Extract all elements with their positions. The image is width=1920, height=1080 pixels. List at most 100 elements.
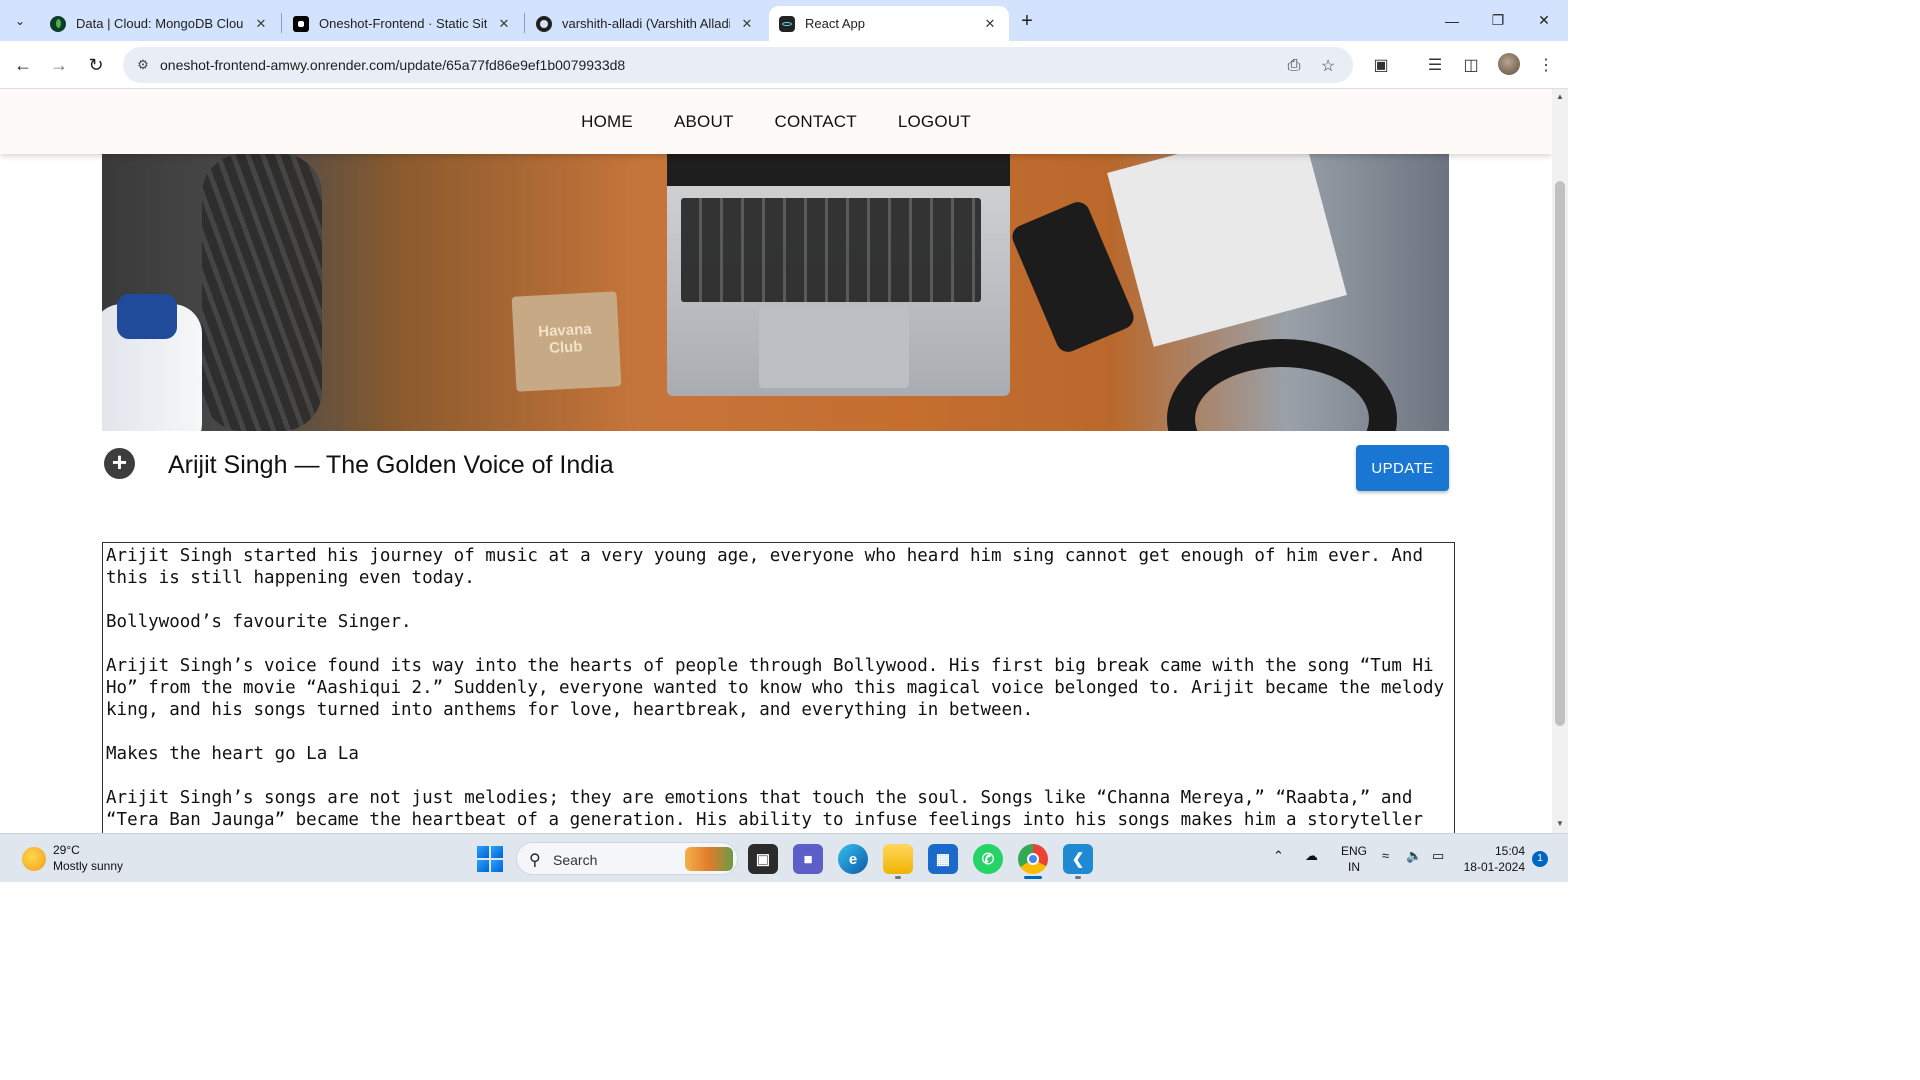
weather-desc: Mostly sunny	[53, 859, 124, 873]
tab-render[interactable]: Oneshot-Frontend · Static Site ✕	[283, 6, 523, 41]
tab-strip: ⌄ Data | Cloud: MongoDB Cloud ✕ Oneshot-…	[0, 0, 1568, 41]
nav-home[interactable]: HOME	[581, 112, 633, 132]
site-info-icon[interactable]: ⚙	[133, 55, 153, 75]
taskbar-search[interactable]: ⚲ Search	[516, 842, 738, 875]
tripod-shape	[202, 154, 322, 431]
github-icon	[536, 15, 552, 32]
site-navbar: HOME ABOUT CONTACT LOGOUT	[0, 89, 1552, 154]
tab-title: Oneshot-Frontend · Static Site	[319, 16, 487, 31]
content-paragraph: Arijit Singh’s songs are not just melodi…	[106, 788, 1423, 833]
bookmark-star-icon[interactable]: ☆	[1317, 55, 1339, 77]
content-paragraph: Makes the heart go La La	[106, 744, 359, 764]
tab-title: Data | Cloud: MongoDB Cloud	[76, 16, 244, 31]
tab-separator	[524, 13, 525, 33]
notebook-shape	[1107, 154, 1347, 347]
weather-sun-icon[interactable]	[22, 847, 46, 871]
wifi-icon[interactable]: ≈	[1382, 848, 1389, 863]
active-app-indicator	[1024, 876, 1042, 879]
post-content-textarea[interactable]: Arijit Singh started his journey of musi…	[102, 542, 1455, 833]
edge-icon[interactable]: e	[838, 844, 868, 874]
media-controls-icon[interactable]: ☰	[1423, 53, 1447, 77]
onedrive-cloud-icon[interactable]: ☁	[1305, 848, 1318, 864]
content-paragraph: Bollywood’s favourite Singer.	[106, 612, 412, 632]
coaster-shape: Havana Club	[511, 291, 622, 392]
address-bar[interactable]: ⚙ oneshot-frontend-amwy.onrender.com/upd…	[123, 47, 1353, 83]
tab-separator	[281, 13, 282, 33]
file-explorer-icon[interactable]	[883, 844, 913, 874]
install-app-icon[interactable]: ⎙	[1283, 55, 1305, 77]
tab-search-chevron-icon[interactable]: ⌄	[6, 7, 34, 35]
teams-chat-icon[interactable]: ■	[793, 844, 823, 874]
language-indicator[interactable]: ENG IN	[1341, 843, 1367, 875]
browser-toolbar: ← → ↻ ⚙ oneshot-frontend-amwy.onrender.c…	[0, 41, 1568, 89]
tab-mongodb[interactable]: Data | Cloud: MongoDB Cloud ✕	[40, 6, 280, 41]
bottle-cap-shape	[117, 294, 177, 339]
close-icon[interactable]: ✕	[252, 15, 270, 33]
add-image-plus-icon[interactable]: +	[104, 448, 135, 479]
close-icon[interactable]: ✕	[495, 15, 513, 33]
running-indicator	[895, 876, 901, 879]
post-title[interactable]: Arijit Singh — The Golden Voice of India	[168, 451, 614, 480]
clock-time: 15:04	[1494, 844, 1525, 858]
tab-title: varshith-alladi (Varshith Alladi)	[562, 16, 730, 31]
react-icon	[779, 15, 795, 32]
running-indicator	[1075, 876, 1081, 879]
laptop-screen-shape	[667, 154, 1010, 186]
windows-taskbar: 29°C Mostly sunny ⚲ Search ▣ ■ e ▦ ✆ ❮ ⌃…	[0, 833, 1568, 882]
volume-icon[interactable]: 🔈	[1406, 848, 1422, 864]
weather-temp: 29°C	[53, 843, 80, 857]
page-viewport: HOME ABOUT CONTACT LOGOUT Havana Club + …	[0, 89, 1552, 833]
tab-github[interactable]: varshith-alladi (Varshith Alladi) ✕	[526, 6, 766, 41]
chrome-icon[interactable]	[1018, 844, 1048, 874]
menu-kebab-icon[interactable]: ⋮	[1534, 53, 1558, 77]
nav-contact[interactable]: CONTACT	[775, 112, 857, 132]
coaster-text: Havana Club	[537, 320, 593, 357]
mongodb-leaf-icon	[50, 15, 66, 32]
forward-arrow-icon[interactable]: →	[44, 50, 74, 80]
post-cover-image: Havana Club	[102, 154, 1449, 431]
side-panel-icon[interactable]: ◫	[1459, 53, 1483, 77]
reload-icon[interactable]: ↻	[81, 50, 111, 80]
search-icon: ⚲	[529, 852, 541, 869]
vscode-icon[interactable]: ❮	[1063, 844, 1093, 874]
profile-avatar[interactable]	[1498, 53, 1520, 75]
search-label: Search	[553, 852, 598, 868]
scroll-thumb[interactable]	[1555, 181, 1565, 726]
update-button[interactable]: UPDATE	[1356, 445, 1449, 491]
scroll-up-icon[interactable]: ▲	[1556, 92, 1564, 101]
tab-title: React App	[805, 16, 865, 31]
language-region: IN	[1348, 860, 1360, 874]
headphones-shape	[1167, 339, 1397, 431]
content-paragraph: Arijit Singh started his journey of musi…	[106, 546, 1434, 588]
task-view-icon[interactable]: ▣	[748, 844, 778, 874]
scroll-down-icon[interactable]: ▼	[1556, 819, 1564, 828]
keyboard-shape	[681, 198, 981, 302]
tab-react-app[interactable]: React App ✕	[769, 6, 1009, 41]
phone-shape	[1008, 198, 1138, 356]
microsoft-store-icon[interactable]: ▦	[928, 844, 958, 874]
battery-icon[interactable]: ▭	[1432, 848, 1444, 864]
extensions-icon[interactable]: ▣	[1369, 53, 1393, 77]
close-icon[interactable]: ✕	[981, 15, 999, 33]
system-clock[interactable]: 15:04 18-01-2024	[1462, 843, 1525, 875]
language-code: ENG	[1341, 844, 1368, 858]
weather-widget[interactable]: 29°C Mostly sunny	[53, 842, 123, 874]
nav-logout[interactable]: LOGOUT	[898, 112, 971, 132]
restore-icon[interactable]: ❐	[1475, 0, 1521, 41]
page-scrollbar[interactable]: ▲ ▼	[1552, 89, 1568, 833]
windows-start-icon[interactable]	[477, 846, 503, 872]
content-paragraph: Arijit Singh’s voice found its way into …	[106, 656, 1455, 720]
clock-date: 18-01-2024	[1463, 860, 1525, 874]
search-highlight-icon	[685, 847, 733, 871]
window-close-icon[interactable]: ✕	[1521, 0, 1567, 41]
new-tab-button[interactable]: +	[1014, 8, 1040, 34]
whatsapp-icon[interactable]: ✆	[973, 844, 1003, 874]
close-icon[interactable]: ✕	[738, 15, 756, 33]
back-arrow-icon[interactable]: ←	[8, 50, 38, 80]
trackpad-shape	[759, 306, 909, 388]
minimize-icon[interactable]: —	[1429, 0, 1475, 41]
notification-badge[interactable]: 1	[1532, 851, 1548, 867]
nav-about[interactable]: ABOUT	[674, 112, 734, 132]
url-text[interactable]: oneshot-frontend-amwy.onrender.com/updat…	[160, 57, 625, 73]
tray-chevron-up-icon[interactable]: ⌃	[1273, 848, 1284, 864]
